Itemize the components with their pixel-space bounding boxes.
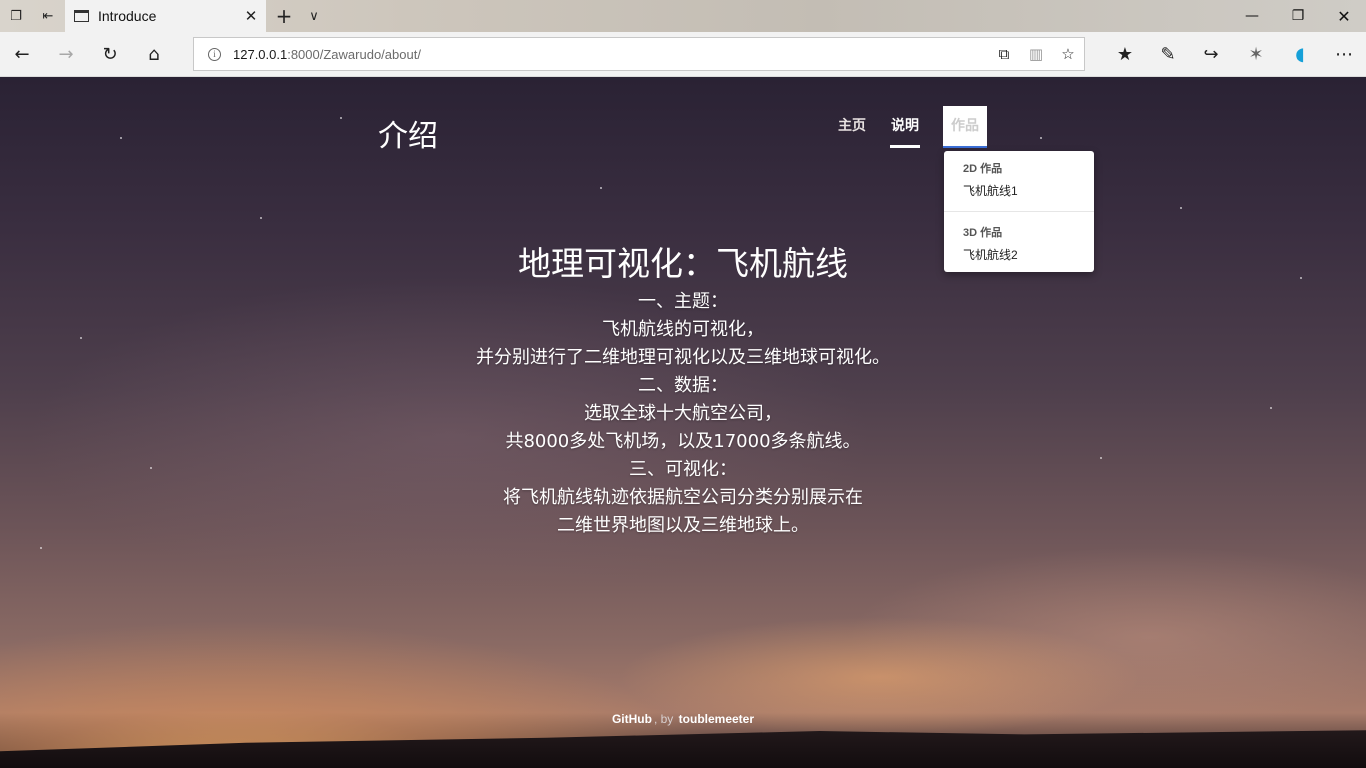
refresh-icon[interactable]: ↻ [88, 32, 132, 77]
url-path: :8000/Zawarudo/about/ [287, 46, 421, 62]
share-icon[interactable]: ↪ [1189, 32, 1233, 77]
tab-introduce[interactable]: Introduce ✕ [65, 0, 266, 32]
back-icon[interactable]: ← [0, 32, 44, 77]
star [260, 217, 262, 219]
more-options-icon[interactable]: ⋯ [1322, 32, 1366, 77]
star [1180, 207, 1182, 209]
url-host: 127.0.0.1 [233, 46, 288, 62]
footer-by: , by [653, 712, 674, 726]
tab-manager-icon[interactable]: ❐ [0, 0, 32, 32]
footer: GitHub, by toublemeeter [0, 712, 1366, 726]
intro-line: 二、数据： [638, 375, 728, 396]
menu-item-about[interactable]: 说明 [890, 106, 920, 148]
navigation-bar: ← → ↻ ⌂ i 127.0.0.1:8000/Zawarudo/about/… [0, 32, 1366, 77]
dropdown-divider [944, 211, 1094, 212]
author-link[interactable]: toublemeeter [679, 712, 754, 726]
extension-icon[interactable]: ◖ [1278, 32, 1322, 77]
star [600, 187, 602, 189]
intro-line: 二维世界地图以及三维地球上。 [557, 515, 809, 536]
github-link[interactable]: GitHub [612, 712, 652, 726]
site-brand[interactable]: 介绍 [378, 111, 438, 155]
dropdown-item-route-1[interactable]: 飞机航线1 [963, 182, 1018, 199]
dropdown-header-2d: 2D 作品 [963, 163, 1003, 175]
star [340, 117, 342, 119]
site-info-icon[interactable]: i [208, 47, 221, 61]
new-tab-icon[interactable]: + [268, 0, 300, 32]
home-icon[interactable]: ⌂ [132, 32, 176, 77]
page-title: 地理可视化：飞机航线 [518, 244, 848, 283]
restore-icon[interactable]: ❐ [1275, 0, 1321, 32]
forward-icon[interactable]: → [44, 32, 88, 77]
intro-line: 将飞机航线轨迹依据航空公司分类分别展示在 [503, 487, 863, 508]
tab-title: Introduce [98, 8, 157, 24]
intro-line: 三、可视化： [629, 459, 737, 480]
page-background: 介绍 主页 说明 作品 2D 作品 飞机航线1 3D 作品 飞机航线2 地理可视… [0, 77, 1366, 768]
horizon-silhouette [0, 730, 1366, 768]
reading-view-icon[interactable]: ▥ [1020, 38, 1052, 70]
favorites-icon[interactable]: ★ [1103, 32, 1147, 77]
url-text[interactable]: 127.0.0.1:8000/Zawarudo/about/ [233, 47, 988, 62]
pen-icon[interactable]: ✎ [1146, 32, 1190, 77]
tab-bar: ❐ ⇤ Introduce ✕ + ∨ — ❐ ✕ [0, 0, 1366, 32]
page-icon [74, 10, 89, 22]
intro-line: 一、主题： [638, 291, 728, 312]
star [120, 137, 122, 139]
set-tabs-aside-icon[interactable]: ⇤ [32, 0, 64, 32]
translate-icon[interactable]: ⧉ [988, 38, 1020, 70]
star [1040, 137, 1042, 139]
close-tab-icon[interactable]: ✕ [236, 7, 266, 25]
intro-line: 选取全球十大航空公司， [584, 403, 782, 424]
close-window-icon[interactable]: ✕ [1321, 0, 1366, 32]
bulb-extension-icon[interactable]: ✶ [1234, 32, 1278, 77]
address-bar[interactable]: i 127.0.0.1:8000/Zawarudo/about/ ⧉ ▥ ☆ [193, 37, 1085, 71]
intro-text: 一、主题： 飞机航线的可视化， 并分别进行了二维地理可视化以及三维地球可视化。 … [0, 288, 1366, 540]
intro-line: 并分别进行了二维地理可视化以及三维地球可视化。 [476, 347, 890, 368]
tab-preview-chevron-icon[interactable]: ∨ [298, 0, 330, 32]
star [40, 547, 42, 549]
intro-line: 共8000多处飞机场，以及17000多条航线。 [505, 431, 861, 452]
intro-line: 飞机航线的可视化， [602, 319, 764, 340]
favorite-star-icon[interactable]: ☆ [1052, 38, 1084, 70]
menu-item-works[interactable]: 作品 [943, 106, 987, 148]
minimize-icon[interactable]: — [1229, 0, 1275, 32]
menu-item-home[interactable]: 主页 [836, 106, 868, 148]
